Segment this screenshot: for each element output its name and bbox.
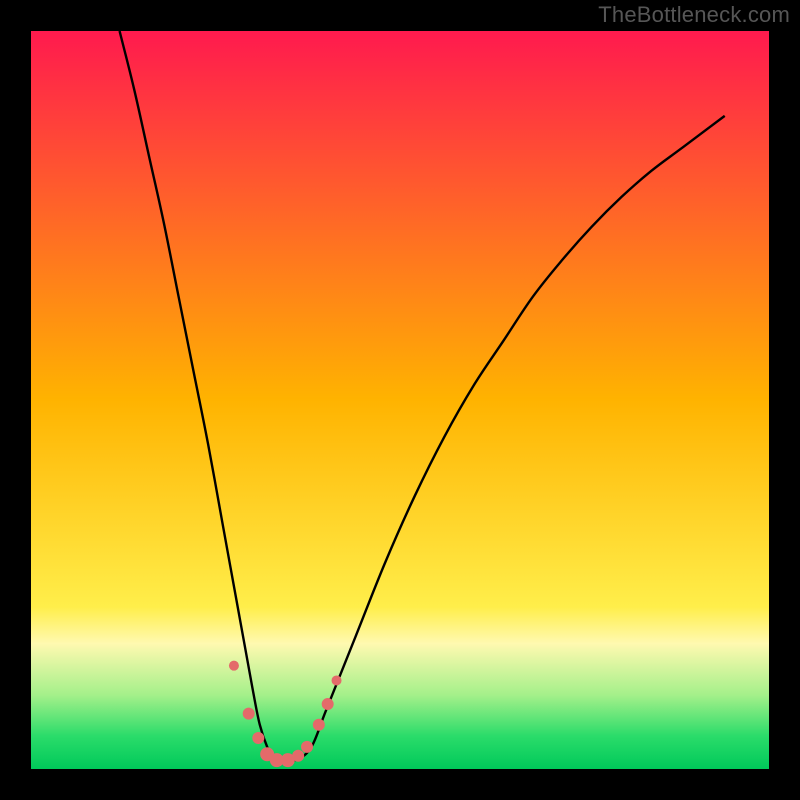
data-marker xyxy=(229,661,239,671)
data-marker xyxy=(322,698,334,710)
data-marker xyxy=(292,750,304,762)
gradient-background xyxy=(31,31,769,769)
data-marker xyxy=(243,708,255,720)
data-marker xyxy=(332,675,342,685)
data-marker xyxy=(301,741,313,753)
chart-frame: TheBottleneck.com xyxy=(0,0,800,800)
watermark-text: TheBottleneck.com xyxy=(598,2,790,28)
data-marker xyxy=(313,719,325,731)
bottleneck-chart xyxy=(0,0,800,800)
data-marker xyxy=(252,732,264,744)
